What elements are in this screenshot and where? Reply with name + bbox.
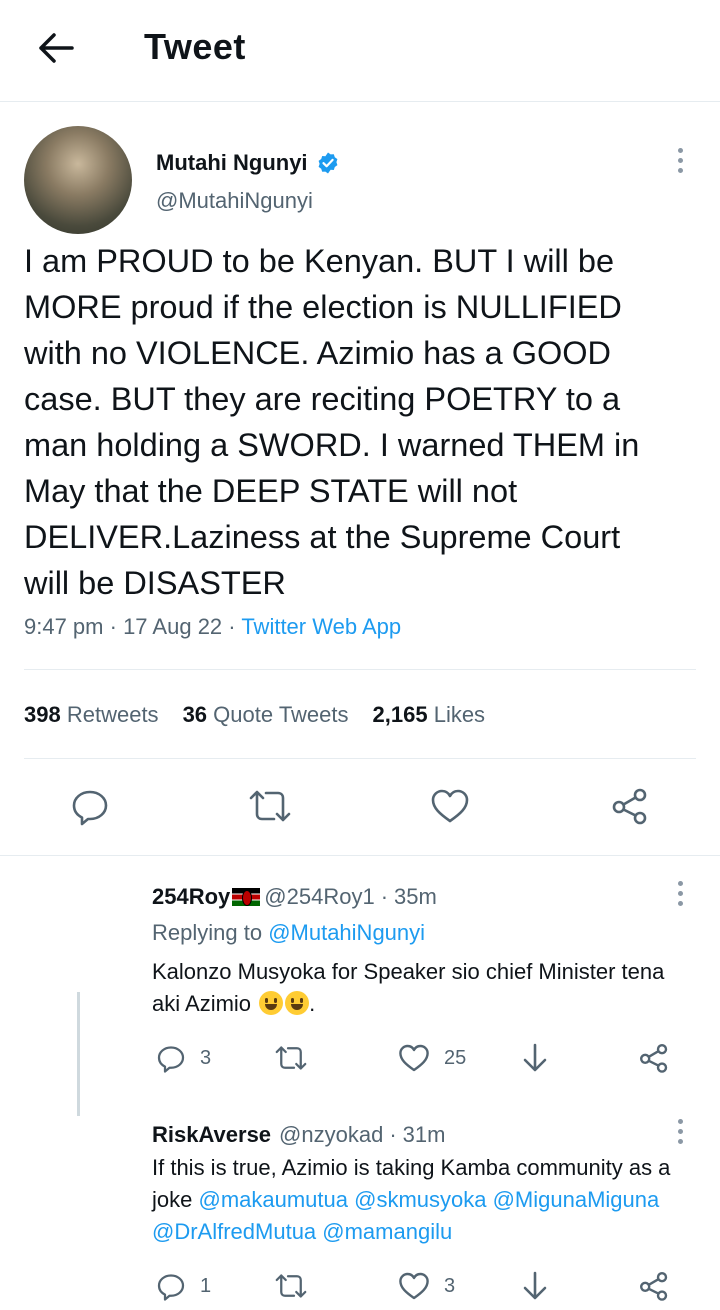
like-button[interactable]: 25 (398, 1038, 466, 1078)
reply-more-options-button[interactable] (665, 873, 695, 913)
tweet-actions (0, 760, 720, 852)
reply-time: 35m (394, 884, 437, 909)
arrow-down-icon (523, 1043, 547, 1072)
reply-icon (72, 790, 108, 826)
share-icon (640, 1272, 668, 1301)
retweet-button[interactable] (248, 784, 292, 828)
tweet-time: 9:47 pm (24, 614, 104, 639)
reply-icon (157, 1046, 185, 1073)
likes-stat[interactable]: 2,165 Likes (373, 702, 486, 728)
reply-mentions[interactable]: @makaumutua @skmusyoka @MigunaMiguna @Dr… (152, 1187, 659, 1244)
grinning-face-emoji-icon (259, 991, 284, 1015)
reply-header: 254Roy @254Roy1 · 35m (152, 884, 437, 910)
reply-more-options-button[interactable] (665, 1111, 695, 1151)
tweet-source-link[interactable]: Twitter Web App (241, 614, 401, 639)
divider (24, 758, 696, 759)
reply-text: If this is true, Azimio is taking Kamba … (152, 1155, 671, 1244)
tweet-stats: 398 Retweets 36 Quote Tweets 2,165 Likes (24, 702, 485, 728)
arrow-down-icon (523, 1271, 547, 1300)
reply-actions: 1 3 (152, 1266, 702, 1306)
like-count: 25 (444, 1046, 467, 1069)
reply-author-name[interactable]: 254Roy (152, 884, 230, 910)
thread-connector (77, 992, 80, 1116)
tweet-date: 17 Aug 22 (123, 614, 223, 639)
download-button[interactable] (520, 1266, 550, 1306)
arrow-left-icon (39, 33, 74, 63)
reply-icon (157, 1274, 185, 1301)
reply-author-name[interactable]: RiskAverse (152, 1122, 271, 1148)
replying-to-line: Replying to @MutahiNgunyi (152, 920, 426, 945)
heart-icon (399, 1044, 429, 1072)
more-dots-icon (677, 147, 683, 153)
back-button[interactable] (30, 24, 82, 72)
more-options-button[interactable] (665, 140, 695, 180)
divider (24, 669, 696, 670)
like-count: 3 (444, 1274, 456, 1297)
retweets-stat[interactable]: 398 Retweets (24, 702, 159, 728)
replying-to-mention[interactable]: @MutahiNgunyi (268, 920, 425, 945)
retweet-button[interactable] (274, 1266, 308, 1306)
author-name: Mutahi Ngunyi (156, 150, 308, 175)
author-avatar[interactable] (24, 126, 132, 234)
share-button[interactable] (638, 1266, 670, 1306)
tweet-meta: 9:47 pm · 17 Aug 22 · Twitter Web App (24, 614, 402, 639)
share-button[interactable] (608, 784, 652, 828)
retweet-icon (249, 790, 291, 822)
download-button[interactable] (520, 1038, 550, 1078)
top-bar: Tweet (0, 0, 720, 102)
retweet-icon (275, 1274, 307, 1298)
reply-button[interactable]: 1 (156, 1266, 211, 1306)
reply-button[interactable]: 3 (156, 1038, 211, 1078)
like-button[interactable] (428, 784, 472, 828)
quote-tweets-stat[interactable]: 36 Quote Tweets (183, 702, 349, 728)
reply-text: Kalonzo Musyoka for Speaker sio chief Mi… (152, 959, 665, 1016)
more-dots-icon (677, 1118, 683, 1124)
reply-time: 31m (402, 1122, 446, 1147)
like-button[interactable]: 3 (398, 1266, 455, 1306)
retweet-button[interactable] (274, 1038, 308, 1078)
heart-icon (431, 789, 469, 823)
verified-badge-icon (318, 152, 337, 174)
author-handle[interactable]: @MutahiNgunyi (156, 188, 313, 214)
reply-count: 3 (200, 1046, 212, 1069)
more-dots-icon (677, 880, 683, 886)
reply-button[interactable] (68, 784, 112, 828)
author-name-row[interactable]: Mutahi Ngunyi (156, 150, 340, 176)
share-icon (640, 1044, 668, 1073)
reply-actions: 3 25 (152, 1038, 702, 1078)
tweet-text: I am PROUD to be Kenyan. BUT I will be M… (24, 243, 640, 601)
reply-author-handle[interactable]: @254Roy1 (264, 884, 374, 910)
share-icon (612, 788, 647, 825)
retweet-icon (275, 1046, 307, 1070)
divider (0, 855, 720, 856)
reply-author-handle[interactable]: @nzyokad (279, 1122, 383, 1148)
reply-count: 1 (200, 1274, 212, 1297)
reply-header: RiskAverse @nzyokad · 31m (152, 1122, 446, 1148)
heart-icon (399, 1272, 429, 1300)
grinning-face-emoji-icon (285, 991, 310, 1015)
kenya-flag-icon (232, 888, 261, 906)
page-title: Tweet (144, 26, 246, 67)
share-button[interactable] (638, 1038, 670, 1078)
